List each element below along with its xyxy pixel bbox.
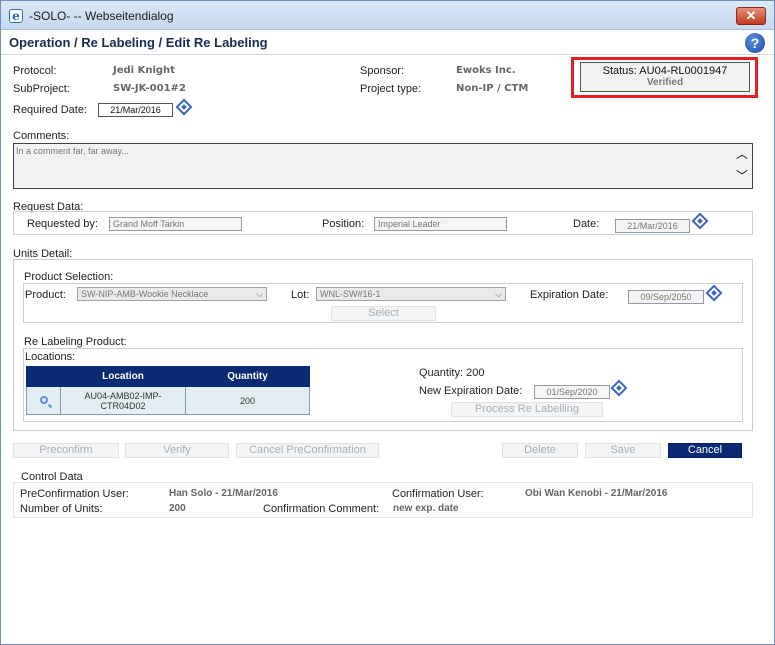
- request-date-field[interactable]: 21/Mar/2016: [615, 219, 690, 233]
- lot-select-value: WNL-SW#16-1: [320, 289, 381, 299]
- scroll-down-icon[interactable]: ﹀: [736, 170, 748, 182]
- table-cell-action[interactable]: [26, 386, 61, 415]
- table-cell-location: AU04-AMB02-IMP-CTR04D02: [60, 386, 186, 415]
- relabel-product-title: Re Labeling Product:: [24, 336, 127, 348]
- position-field[interactable]: Imperial Leader: [374, 217, 507, 231]
- calendar-icon[interactable]: [175, 98, 193, 116]
- confirmation-user-value: Obi Wan Kenobi - 21/Mar/2016: [525, 488, 668, 499]
- cancel-preconfirmation-button[interactable]: Cancel PreConfirmation: [236, 443, 379, 458]
- requested-by-field[interactable]: Grand Moff Tarkin: [109, 217, 242, 231]
- help-icon[interactable]: ?: [745, 33, 765, 53]
- lot-label: Lot:: [291, 289, 310, 301]
- save-button[interactable]: Save: [585, 443, 661, 458]
- table-header-location: Location: [60, 366, 186, 387]
- expiration-date-field[interactable]: 09/Sep/2050: [628, 290, 704, 304]
- table-row[interactable]: AU04-AMB02-IMP-CTR04D02 200: [26, 386, 310, 415]
- delete-button[interactable]: Delete: [502, 443, 578, 458]
- product-select-value: SW-NIP-AMB-Wookie Necklace: [81, 289, 209, 299]
- comments-textarea[interactable]: In a comment far, far away... ︿ ﹀: [13, 143, 753, 189]
- product-selection-title: Product Selection:: [24, 271, 114, 283]
- close-button[interactable]: ✕: [736, 7, 766, 25]
- protocol-label: Protocol:: [13, 65, 57, 77]
- subproject-label: SubProject:: [13, 83, 70, 95]
- window-title: -SOLO- -- Webseitendialog: [29, 9, 174, 23]
- table-header-row: Location Quantity: [26, 366, 310, 387]
- chevron-down-icon: ⌵: [256, 289, 263, 299]
- number-of-units-value: 200: [169, 503, 186, 514]
- preconfirmation-user-label: PreConfirmation User:: [20, 488, 129, 500]
- dialog-window: e -SOLO- -- Webseitendialog ✕ Operation …: [0, 0, 775, 645]
- new-expiration-field[interactable]: 01/Sep/2020: [534, 385, 610, 399]
- required-date-label: Required Date:: [13, 104, 87, 116]
- project-type-value: Non-IP / CTM: [456, 83, 529, 94]
- product-select[interactable]: SW-NIP-AMB-Wookie Necklace ⌵: [77, 287, 267, 301]
- select-button[interactable]: Select: [331, 306, 436, 321]
- protocol-value: Jedi Knight: [113, 65, 175, 76]
- requested-by-label: Requested by:: [27, 218, 98, 230]
- locations-table: Location Quantity AU04-AMB02-IMP-CTR04D0…: [26, 366, 310, 415]
- lot-select[interactable]: WNL-SW#16-1 ⌵: [316, 287, 506, 301]
- new-expiration-label: New Expiration Date:: [419, 385, 523, 397]
- preconfirmation-user-value: Han Solo - 21/Mar/2016: [169, 488, 278, 499]
- scroll-up-icon[interactable]: ︿: [736, 148, 748, 160]
- confirmation-user-label: Confirmation User:: [392, 488, 484, 500]
- locations-label: Locations:: [25, 351, 76, 363]
- quantity-text: Quantity: 200: [419, 367, 485, 379]
- confirmation-comment-label: Confirmation Comment:: [263, 503, 380, 515]
- title-bar: e -SOLO- -- Webseitendialog ✕: [1, 1, 774, 30]
- number-of-units-label: Number of Units:: [20, 503, 103, 515]
- status-badge: Status: AU04-RL0001947 Verified: [580, 62, 750, 92]
- product-label: Product:: [25, 289, 66, 301]
- project-type-label: Project type:: [360, 83, 422, 95]
- comments-text: In a comment far, far away...: [16, 146, 129, 156]
- page-header: Operation / Re Labeling / Edit Re Labeli…: [1, 31, 774, 55]
- process-relabelling-button[interactable]: Process Re Labelling: [451, 402, 603, 417]
- position-label: Position:: [322, 218, 365, 230]
- preconfirm-button[interactable]: Preconfirm: [13, 443, 119, 458]
- request-date-label: Date:: [573, 218, 600, 230]
- status-id: Status: AU04-RL0001947: [602, 65, 728, 77]
- table-header-quantity: Quantity: [185, 366, 310, 387]
- confirmation-comment-value: new exp. date: [393, 503, 459, 514]
- magnifier-icon[interactable]: [39, 395, 48, 404]
- status-state: Verified: [646, 77, 684, 88]
- table-cell-quantity: 200: [185, 386, 310, 415]
- comments-label: Comments:: [13, 130, 70, 142]
- chevron-down-icon: ⌵: [495, 289, 502, 299]
- browser-icon: e: [9, 9, 23, 23]
- table-header-icon-col: [26, 366, 61, 387]
- required-date-field[interactable]: 21/Mar/2016: [98, 103, 173, 117]
- expiration-date-label: Expiration Date:: [530, 289, 609, 301]
- page-title: Operation / Re Labeling / Edit Re Labeli…: [9, 35, 268, 50]
- verify-button[interactable]: Verify: [125, 443, 229, 458]
- sponsor-label: Sponsor:: [360, 65, 405, 77]
- subproject-value: SW-JK-001#2: [113, 83, 186, 94]
- cancel-button[interactable]: Cancel: [668, 443, 742, 458]
- sponsor-value: Ewoks Inc.: [456, 65, 516, 76]
